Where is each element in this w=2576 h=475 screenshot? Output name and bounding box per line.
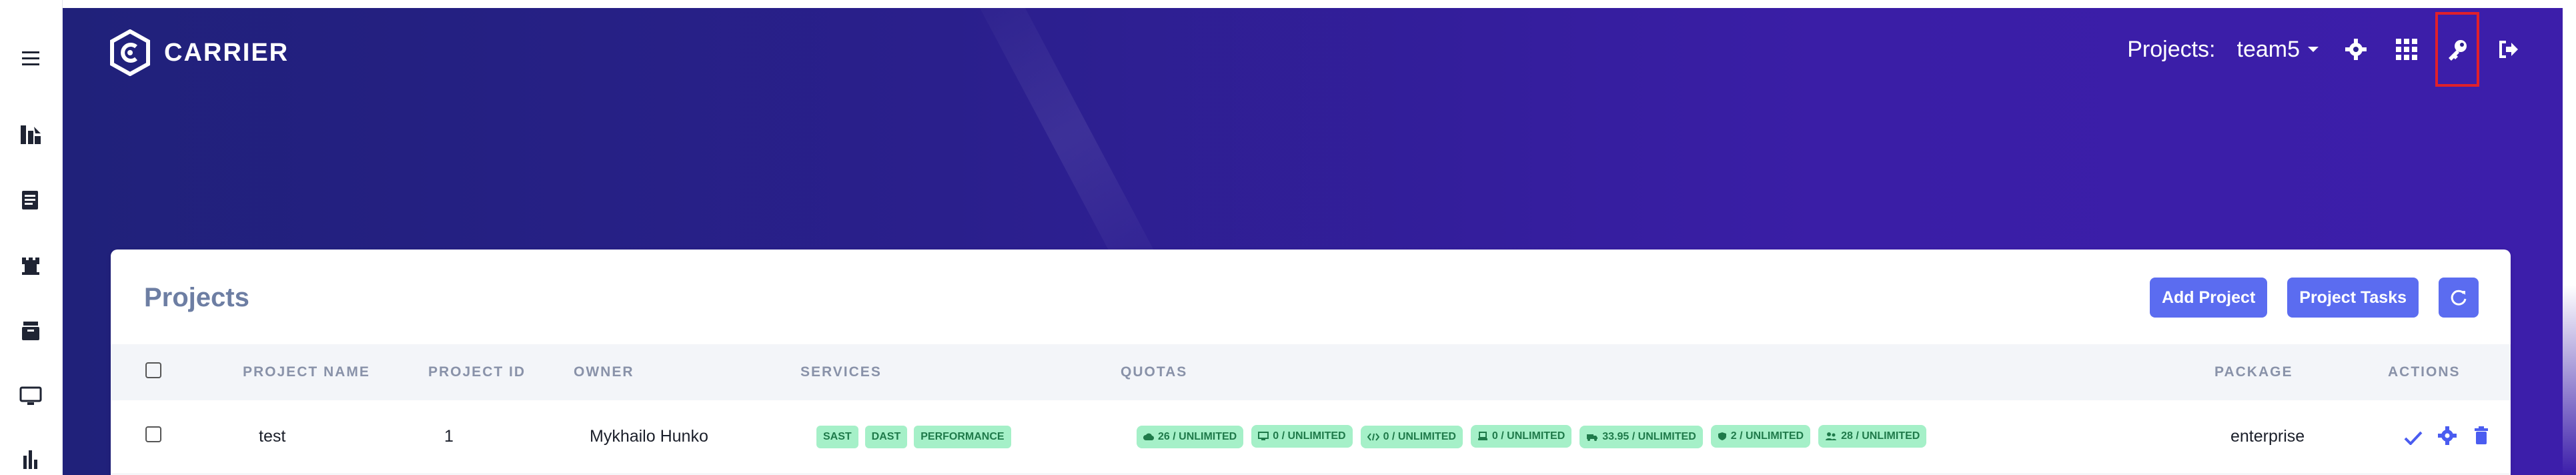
users-icon	[1826, 432, 1837, 441]
header-project-name[interactable]: PROJECT NAME	[243, 344, 428, 400]
laptop-icon	[1477, 432, 1487, 441]
quota-badge: 0 / UNLIMITED	[1470, 425, 1572, 448]
shield-icon	[1718, 432, 1726, 441]
quotas-cell: 26 / UNLIMITED 0 / UNLIMITED 0 / UNLIMIT…	[1121, 400, 2214, 474]
row-select-cell	[111, 400, 243, 474]
quota-badge: 0 / UNLIMITED	[1251, 425, 1353, 448]
service-tag-sast: SAST	[816, 426, 858, 449]
quota-text: 26 / UNLIMITED	[1158, 431, 1237, 443]
header-project-id[interactable]: PROJECT ID	[428, 344, 574, 400]
quota-badge: 26 / UNLIMITED	[1137, 426, 1244, 449]
reports-icon[interactable]	[16, 185, 45, 215]
gear-icon[interactable]	[2341, 35, 2371, 64]
sidebar	[0, 0, 63, 475]
key-icon[interactable]	[2435, 12, 2479, 87]
menu-icon[interactable]	[16, 44, 45, 73]
project-tasks-button[interactable]: Project Tasks	[2287, 278, 2419, 318]
project-selector-value: team5	[2236, 36, 2301, 62]
actions-cell	[2388, 400, 2511, 474]
key-highlight-box	[2435, 12, 2479, 87]
carrier-logo-icon	[110, 29, 150, 76]
grid-icon[interactable]	[2392, 35, 2421, 64]
cloud-icon	[1143, 433, 1154, 441]
refresh-button[interactable]	[2439, 278, 2479, 318]
row-checkbox[interactable]	[145, 426, 161, 443]
brand[interactable]: CARRIER	[109, 29, 289, 76]
logout-icon[interactable]	[2493, 35, 2523, 64]
project-name: test	[259, 427, 286, 446]
quota-badge: 0 / UNLIMITED	[1360, 426, 1463, 449]
header-services[interactable]: SERVICES	[800, 344, 1121, 400]
services-cell: SAST DAST PERFORMANCE	[800, 400, 1121, 474]
caret-down-icon	[2308, 47, 2319, 52]
project-selector[interactable]: team5	[2237, 37, 2321, 63]
header-actions: ACTIONS	[2388, 364, 2461, 380]
page-edge	[2563, 0, 2576, 475]
add-project-button[interactable]: Add Project	[2149, 278, 2268, 318]
projects-label: Projects:	[2127, 36, 2216, 62]
quota-text: 2 / UNLIMITED	[1730, 430, 1804, 442]
brand-name: CARRIER	[164, 38, 289, 67]
code-icon	[1367, 433, 1379, 441]
service-tag-dast: DAST	[864, 426, 908, 449]
select-all-cell	[111, 344, 243, 400]
quota-text: 0 / UNLIMITED	[1383, 431, 1456, 443]
archive-icon[interactable]	[16, 316, 45, 346]
projects-card: Projects Add Project Project Tasks PROJE…	[111, 250, 2511, 475]
project-owner: Mykhailo Hunko	[590, 427, 708, 446]
quota-badge: 33.95 / UNLIMITED	[1579, 426, 1703, 449]
refresh-icon	[2451, 290, 2467, 306]
card-title: Projects	[144, 283, 249, 312]
project-id: 1	[444, 427, 454, 446]
header-package[interactable]: PACKAGE	[2214, 344, 2388, 400]
project-package: enterprise	[2230, 427, 2305, 446]
header-quotas[interactable]: QUOTAS	[1121, 344, 2214, 400]
dashboard-icon[interactable]	[16, 120, 45, 149]
desktop-icon	[1258, 432, 1269, 441]
quota-badge: 28 / UNLIMITED	[1818, 425, 1927, 448]
settings-icon[interactable]	[2435, 424, 2459, 448]
quota-text: 0 / UNLIMITED	[1273, 430, 1346, 442]
projects-table: PROJECT NAME PROJECT ID OWNER SERVICES Q…	[111, 344, 2511, 474]
top-navigation: Projects: team5	[2127, 12, 2523, 87]
service-tag-performance: PERFORMANCE	[914, 426, 1011, 449]
trash-icon[interactable]	[2469, 424, 2493, 448]
check-icon[interactable]	[2401, 426, 2425, 450]
truck-icon	[1587, 434, 1598, 442]
table-header-row: PROJECT NAME PROJECT ID OWNER SERVICES Q…	[111, 344, 2511, 400]
quota-text: 28 / UNLIMITED	[1841, 430, 1920, 442]
table-row[interactable]: test 1 Mykhailo Hunko SAST DAST PERFORMANC…	[111, 400, 2511, 474]
quota-text: 0 / UNLIMITED	[1491, 430, 1565, 442]
quota-badge: 2 / UNLIMITED	[1710, 425, 1811, 448]
castle-icon[interactable]	[16, 251, 45, 280]
card-actions: Add Project Project Tasks	[2149, 278, 2479, 318]
select-all-checkbox[interactable]	[145, 362, 161, 378]
monitor-icon[interactable]	[16, 382, 45, 411]
quota-text: 33.95 / UNLIMITED	[1602, 431, 1696, 443]
chart-icon[interactable]	[16, 444, 45, 474]
header-owner[interactable]: OWNER	[574, 344, 800, 400]
